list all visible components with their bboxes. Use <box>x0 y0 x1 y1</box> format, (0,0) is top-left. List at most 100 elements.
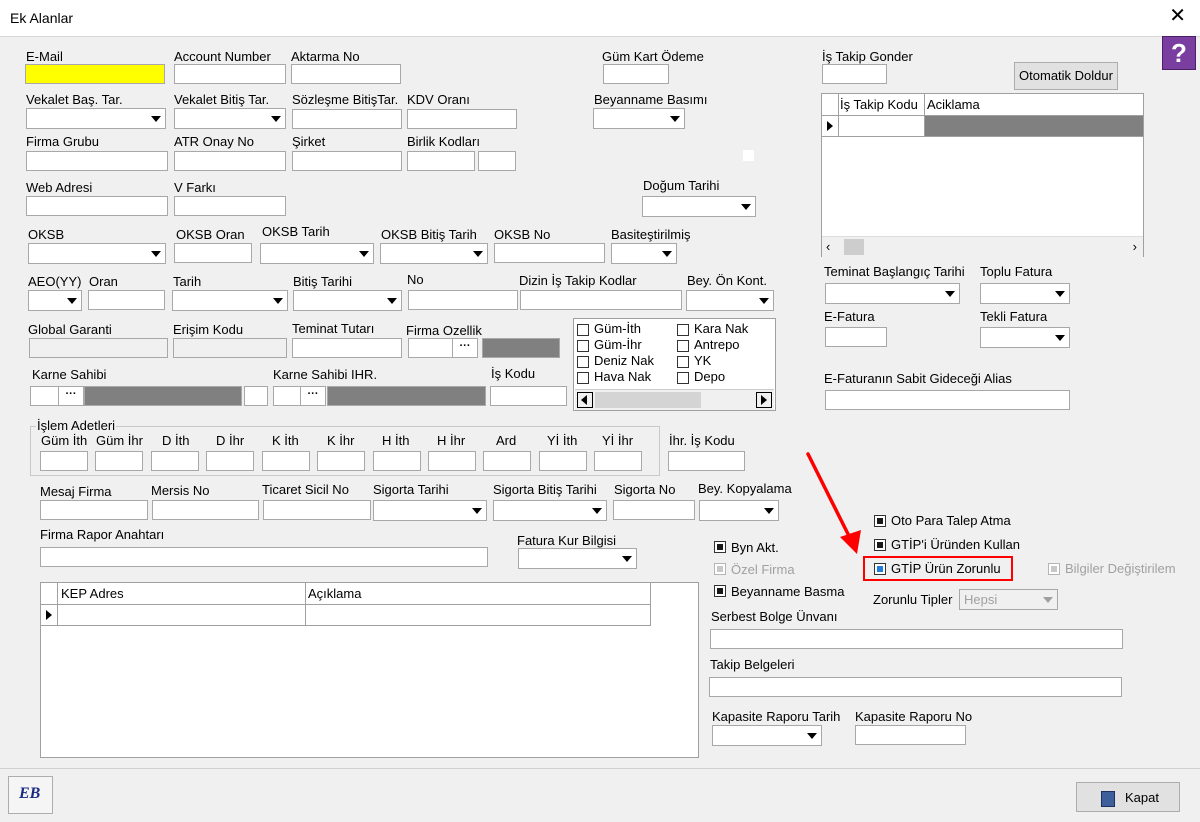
firma-rapor-input[interactable] <box>40 547 488 567</box>
tarih-combo[interactable] <box>172 290 288 311</box>
gum-kart-odeme-input[interactable] <box>603 64 669 84</box>
sozlesme-bitis-input[interactable] <box>292 109 402 129</box>
firma-ozellik-input[interactable] <box>408 338 454 358</box>
depo-checkbox[interactable] <box>677 372 689 384</box>
account-number-input[interactable] <box>174 64 286 84</box>
scroll-left-icon[interactable]: ‹ <box>826 239 830 254</box>
oksb-oran-input[interactable] <box>174 243 252 263</box>
help-icon[interactable]: ? <box>1162 36 1196 70</box>
mesaj-firma-input[interactable] <box>40 500 148 520</box>
oksb-tarih-combo[interactable] <box>260 243 374 264</box>
atr-onay-no-input[interactable] <box>174 151 286 171</box>
v-farki-input[interactable] <box>174 196 286 216</box>
islem-input[interactable] <box>151 451 199 471</box>
aktarma-no-input[interactable] <box>291 64 401 84</box>
birlik-kodlari-input[interactable] <box>407 151 475 171</box>
bey-kopyalama-combo[interactable] <box>699 500 779 521</box>
oksb-combo[interactable] <box>28 243 166 264</box>
firma-grubu-input[interactable] <box>26 151 168 171</box>
close-icon[interactable]: ✕ <box>1169 6 1186 26</box>
islem-input[interactable] <box>594 451 642 471</box>
sigorta-no-input[interactable] <box>613 500 695 520</box>
scroll-right-icon[interactable]: › <box>1133 239 1137 254</box>
beyanname-basma-checkbox[interactable] <box>714 585 726 597</box>
kep-aciklama-header[interactable]: Açıklama <box>308 586 361 601</box>
vekalet-bitis-combo[interactable] <box>174 108 286 129</box>
islem-input[interactable] <box>483 451 531 471</box>
aciklama-header[interactable]: Aciklama <box>927 97 980 112</box>
gum-ith-checkbox[interactable] <box>577 324 589 336</box>
islem-input[interactable] <box>428 451 476 471</box>
is-takip-grid[interactable]: İş Takip Kodu Aciklama ‹ › <box>821 93 1144 257</box>
bitis-tarihi-combo[interactable] <box>293 290 402 311</box>
karne-sahibi-ihr-input[interactable] <box>273 386 303 406</box>
dogum-tarihi-combo[interactable] <box>642 196 756 217</box>
horizontal-scrollbar[interactable]: ‹ › <box>822 236 1143 257</box>
mersis-no-input[interactable] <box>152 500 259 520</box>
gum-ihr-checkbox[interactable] <box>577 340 589 352</box>
kara-nak-checkbox[interactable] <box>677 324 689 336</box>
islem-input[interactable] <box>95 451 143 471</box>
firma-ozellik-ellipsis-button[interactable]: ··· <box>452 338 478 358</box>
scroll-left-button[interactable] <box>577 392 593 408</box>
ticaret-sicil-input[interactable] <box>263 500 371 520</box>
zorunlu-tipler-combo[interactable]: Hepsi <box>959 589 1058 610</box>
islem-input[interactable] <box>373 451 421 471</box>
kep-adres-header[interactable]: KEP Adres <box>61 586 124 601</box>
oto-para-checkbox[interactable] <box>874 515 886 527</box>
sigorta-bitis-combo[interactable] <box>493 500 607 521</box>
islem-input[interactable] <box>262 451 310 471</box>
oksb-bitis-combo[interactable] <box>380 243 488 264</box>
dizin-is-takip-input[interactable] <box>520 290 682 310</box>
scroll-right-button[interactable] <box>756 392 772 408</box>
sigorta-tarihi-combo[interactable] <box>373 500 487 521</box>
oran-input[interactable] <box>88 290 165 310</box>
sirket-input[interactable] <box>292 151 402 171</box>
kapat-button[interactable]: Kapat <box>1076 782 1180 812</box>
karne-sahibi-ihr-ellipsis-button[interactable]: ··· <box>300 386 326 406</box>
deniz-nak-checkbox[interactable] <box>577 356 589 368</box>
islem-input[interactable] <box>40 451 88 471</box>
islem-input[interactable] <box>539 451 587 471</box>
fatura-kur-combo[interactable] <box>518 548 637 569</box>
no-input[interactable] <box>408 290 518 310</box>
ihr-is-kodu-input[interactable] <box>668 451 745 471</box>
karne-sahibi-extra[interactable] <box>244 386 268 406</box>
e-fatura-alias-input[interactable] <box>825 390 1070 410</box>
global-garanti-input[interactable] <box>29 338 168 358</box>
kdv-orani-input[interactable] <box>407 109 517 129</box>
karne-sahibi-ellipsis-button[interactable]: ··· <box>58 386 84 406</box>
vekalet-bas-combo[interactable] <box>26 108 166 129</box>
is-takip-kodu-header[interactable]: İş Takip Kodu <box>840 97 918 112</box>
e-fatura-input[interactable] <box>825 327 887 347</box>
kapasite-tarih-combo[interactable] <box>712 725 822 746</box>
erisim-kodu-input[interactable] <box>173 338 287 358</box>
is-kodu-input[interactable] <box>490 386 567 406</box>
takip-belgeleri-input[interactable] <box>709 677 1122 697</box>
transport-checklist[interactable]: Güm-İth Güm-İhr Deniz Nak Hava Nak Kara … <box>573 318 776 411</box>
eb-logo-button[interactable]: EB <box>8 776 53 814</box>
scroll-thumb[interactable] <box>844 239 864 255</box>
ozel-firma-checkbox[interactable] <box>714 563 726 575</box>
beyanname-basimi-combo[interactable] <box>593 108 685 129</box>
yk-checkbox[interactable] <box>677 356 689 368</box>
web-adresi-input[interactable] <box>26 196 168 216</box>
serbest-bolge-input[interactable] <box>710 629 1123 649</box>
aeo-combo[interactable] <box>28 290 82 311</box>
selected-cell[interactable] <box>925 116 1143 136</box>
birlik-kodlari-input-2[interactable] <box>478 151 516 171</box>
email-input[interactable] <box>25 64 165 84</box>
tekli-fatura-combo[interactable] <box>980 327 1070 348</box>
otomatik-doldur-button[interactable]: Otomatik Doldur <box>1014 62 1118 90</box>
gtip-urunden-checkbox[interactable] <box>874 539 886 551</box>
byn-akt-checkbox[interactable] <box>714 541 726 553</box>
oksb-no-input[interactable] <box>494 243 605 263</box>
bilgiler-checkbox[interactable] <box>1048 563 1060 575</box>
bey-on-kont-combo[interactable] <box>686 290 774 311</box>
antrepo-checkbox[interactable] <box>677 340 689 352</box>
islem-input[interactable] <box>206 451 254 471</box>
kapasite-no-input[interactable] <box>855 725 966 745</box>
scroll-thumb[interactable] <box>595 392 701 408</box>
islem-input[interactable] <box>317 451 365 471</box>
teminat-baslangic-combo[interactable] <box>825 283 960 304</box>
